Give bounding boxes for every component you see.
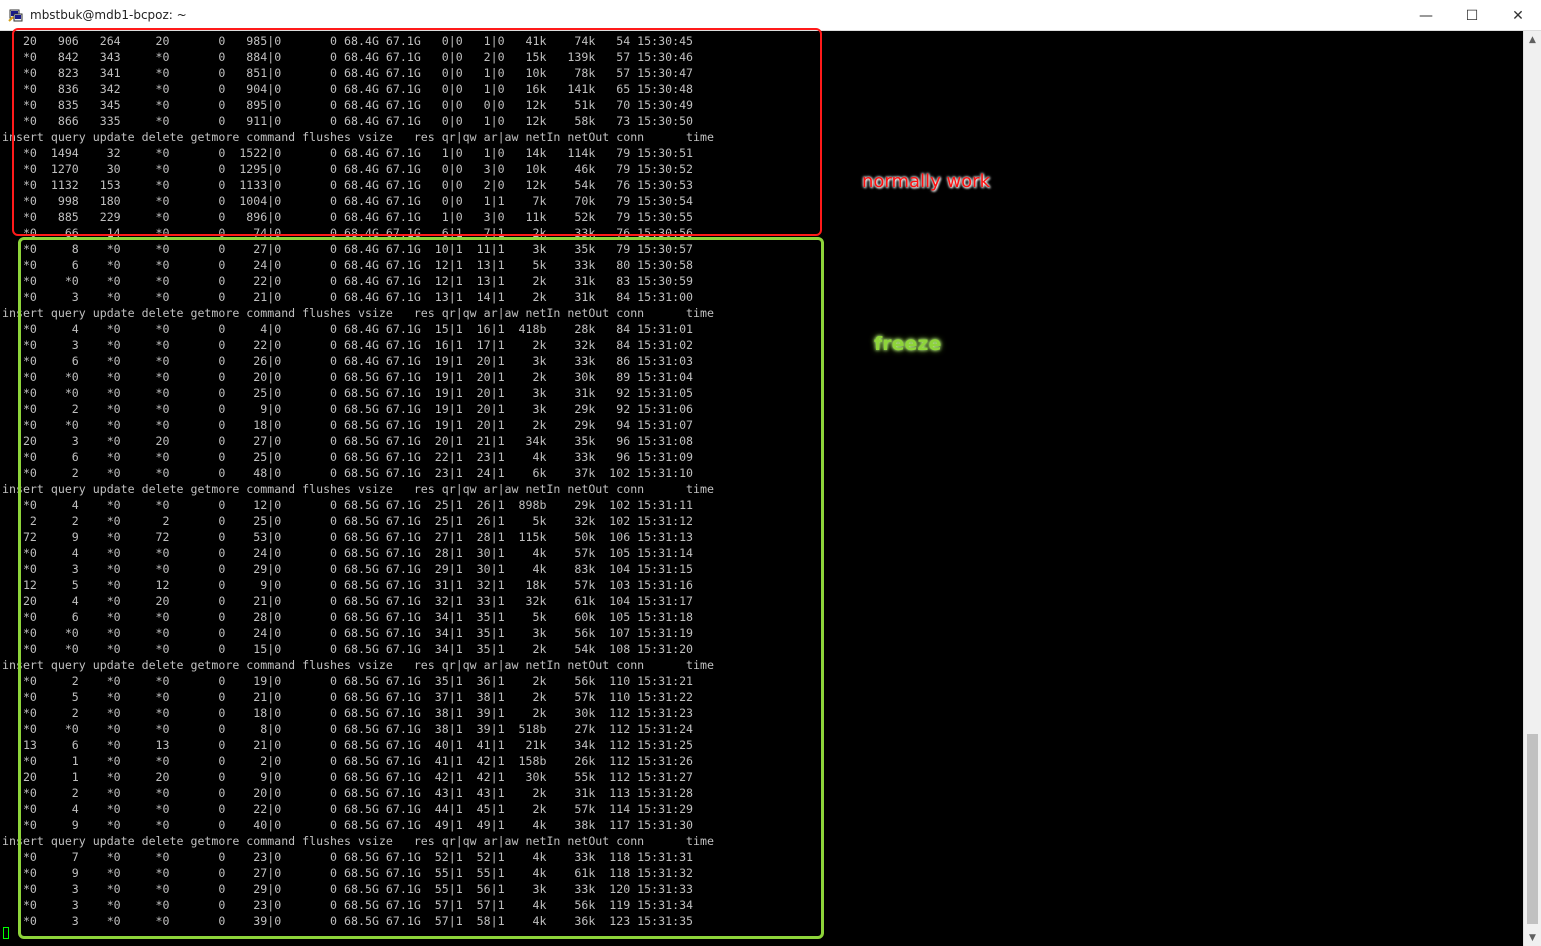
terminal-line: *0 7 *0 *0 0 23|0 0 68.5G 67.1G 52|1 52|… [2,850,694,864]
terminal-line: *0 *0 *0 *0 0 22|0 0 68.4G 67.1G 12|1 13… [2,274,694,288]
terminal-line: *0 835 345 *0 0 895|0 0 68.4G 67.1G 0|0 … [2,98,694,112]
terminal-line: *0 *0 *0 *0 0 8|0 0 68.5G 67.1G 38|1 39|… [2,722,694,736]
putty-terminal-icon [8,9,23,22]
terminal-line: *0 *0 *0 *0 0 24|0 0 68.5G 67.1G 34|1 35… [2,626,694,640]
normal-work-annotation: normally work [862,171,991,192]
terminal-line: 2 2 *0 2 0 25|0 0 68.5G 67.1G 25|1 26|1 … [2,514,694,528]
terminal-line: *0 9 *0 *0 0 27|0 0 68.5G 67.1G 55|1 55|… [2,866,694,880]
terminal-line: *0 1494 32 *0 0 1522|0 0 68.4G 67.1G 1|0… [2,146,694,160]
minimize-icon: — [1419,7,1433,24]
terminal-header-line: insert query update delete getmore comma… [2,834,714,848]
vertical-scrollbar[interactable]: ▲ ▼ [1523,31,1541,946]
terminal-header-line: insert query update delete getmore comma… [2,306,714,320]
terminal-line: *0 9 *0 *0 0 40|0 0 68.5G 67.1G 49|1 49|… [2,818,694,832]
close-icon: ✕ [1512,7,1524,24]
terminal-line: *0 836 342 *0 0 904|0 0 68.4G 67.1G 0|0 … [2,82,694,96]
terminal-line: *0 *0 *0 *0 0 18|0 0 68.5G 67.1G 19|1 20… [2,418,694,432]
terminal-header-line: insert query update delete getmore comma… [2,482,714,496]
terminal-line: *0 1132 153 *0 0 1133|0 0 68.4G 67.1G 0|… [2,178,694,192]
terminal-line: 72 9 *0 72 0 53|0 0 68.5G 67.1G 27|1 28|… [2,530,694,544]
terminal-line: *0 3 *0 *0 0 29|0 0 68.5G 67.1G 55|1 56|… [2,882,694,896]
terminal-line: *0 998 180 *0 0 1004|0 0 68.4G 67.1G 0|0… [2,194,694,208]
terminal-line: *0 *0 *0 *0 0 20|0 0 68.5G 67.1G 19|1 20… [2,370,694,384]
terminal-line: 20 1 *0 20 0 9|0 0 68.5G 67.1G 42|1 42|1… [2,770,694,784]
terminal-line: *0 3 *0 *0 0 39|0 0 68.5G 67.1G 57|1 58|… [2,914,694,928]
terminal-line: 20 906 264 20 0 985|0 0 68.4G 67.1G 0|0 … [2,34,694,48]
maximize-button[interactable]: ☐ [1449,0,1495,31]
terminal-line: *0 4 *0 *0 0 12|0 0 68.5G 67.1G 25|1 26|… [2,498,694,512]
terminal-line: *0 4 *0 *0 0 24|0 0 68.5G 67.1G 28|1 30|… [2,546,694,560]
terminal-line: *0 3 *0 *0 0 29|0 0 68.5G 67.1G 29|1 30|… [2,562,694,576]
terminal-line: *0 2 *0 *0 0 19|0 0 68.5G 67.1G 35|1 36|… [2,674,694,688]
close-button[interactable]: ✕ [1495,0,1541,31]
terminal-cursor [3,927,9,939]
terminal-line: *0 *0 *0 *0 0 25|0 0 68.5G 67.1G 19|1 20… [2,386,694,400]
terminal-line: 12 5 *0 12 0 9|0 0 68.5G 67.1G 31|1 32|1… [2,578,694,592]
terminal-line: *0 3 *0 *0 0 23|0 0 68.5G 67.1G 57|1 57|… [2,898,694,912]
terminal-line: *0 885 229 *0 0 896|0 0 68.4G 67.1G 1|0 … [2,210,694,224]
maximize-icon: ☐ [1465,7,1479,24]
terminal-line: *0 866 335 *0 0 911|0 0 68.4G 67.1G 0|0 … [2,114,694,128]
title-bar: mbstbuk@mdb1-bcpoz: ~ — ☐ ✕ [0,0,1541,31]
scroll-up-arrow-icon[interactable]: ▲ [1524,31,1541,48]
window-title: mbstbuk@mdb1-bcpoz: ~ [30,8,187,22]
terminal-line: 20 4 *0 20 0 21|0 0 68.5G 67.1G 32|1 33|… [2,594,694,608]
terminal-line: *0 5 *0 *0 0 21|0 0 68.5G 67.1G 37|1 38|… [2,690,694,704]
terminal-line: *0 2 *0 *0 0 20|0 0 68.5G 67.1G 43|1 43|… [2,786,694,800]
terminal-line: *0 1270 30 *0 0 1295|0 0 68.4G 67.1G 0|0… [2,162,694,176]
terminal-output[interactable]: 20 906 264 20 0 985|0 0 68.4G 67.1G 0|0 … [0,31,1523,946]
terminal-line: *0 823 341 *0 0 851|0 0 68.4G 67.1G 0|0 … [2,66,694,80]
freeze-annotation: freeze [874,333,942,355]
terminal-line: 13 6 *0 13 0 21|0 0 68.5G 67.1G 40|1 41|… [2,738,694,752]
terminal-line: *0 2 *0 *0 0 9|0 0 68.5G 67.1G 19|1 20|1… [2,402,694,416]
terminal-line: *0 3 *0 *0 0 21|0 0 68.4G 67.1G 13|1 14|… [2,290,694,304]
terminal-line: *0 4 *0 *0 0 22|0 0 68.5G 67.1G 44|1 45|… [2,802,694,816]
terminal-line: *0 8 *0 *0 0 27|0 0 68.4G 67.1G 10|1 11|… [2,242,694,256]
terminal-line: *0 6 *0 *0 0 26|0 0 68.4G 67.1G 19|1 20|… [2,354,694,368]
terminal-line: *0 2 *0 *0 0 48|0 0 68.5G 67.1G 23|1 24|… [2,466,694,480]
terminal-line: *0 4 *0 *0 0 4|0 0 68.4G 67.1G 15|1 16|1… [2,322,694,336]
terminal-line: *0 3 *0 *0 0 22|0 0 68.4G 67.1G 16|1 17|… [2,338,694,352]
terminal-line: *0 6 *0 *0 0 25|0 0 68.5G 67.1G 22|1 23|… [2,450,694,464]
terminal-line: *0 842 343 *0 0 884|0 0 68.4G 67.1G 0|0 … [2,50,694,64]
terminal-line: *0 6 *0 *0 0 24|0 0 68.4G 67.1G 12|1 13|… [2,258,694,272]
terminal-header-line: insert query update delete getmore comma… [2,658,714,672]
scroll-down-arrow-icon[interactable]: ▼ [1524,929,1541,946]
terminal-line: 20 3 *0 20 0 27|0 0 68.5G 67.1G 20|1 21|… [2,434,694,448]
terminal-line: *0 66 14 *0 0 74|0 0 68.4G 67.1G 6|1 7|1… [2,226,694,240]
scrollbar-thumb[interactable] [1527,734,1538,924]
terminal-line: *0 2 *0 *0 0 18|0 0 68.5G 67.1G 38|1 39|… [2,706,694,720]
terminal-line: *0 1 *0 *0 0 2|0 0 68.5G 67.1G 41|1 42|1… [2,754,694,768]
minimize-button[interactable]: — [1403,0,1449,31]
mongostat-output: 20 906 264 20 0 985|0 0 68.4G 67.1G 0|0 … [2,33,714,929]
terminal-header-line: insert query update delete getmore comma… [2,130,714,144]
terminal-line: *0 6 *0 *0 0 28|0 0 68.5G 67.1G 34|1 35|… [2,610,694,624]
terminal-line: *0 *0 *0 *0 0 15|0 0 68.5G 67.1G 34|1 35… [2,642,694,656]
